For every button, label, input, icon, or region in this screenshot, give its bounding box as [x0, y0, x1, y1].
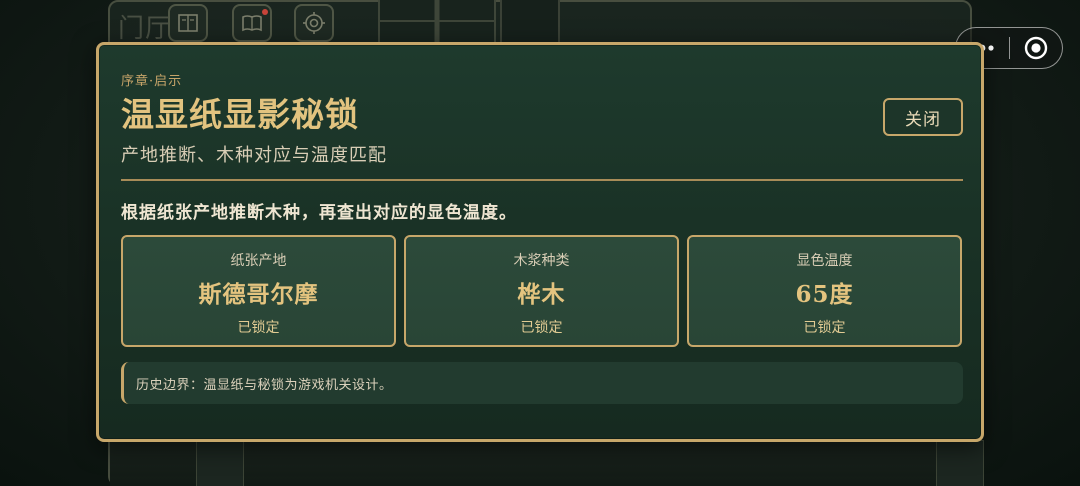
card-label: 纸张产地	[230, 253, 287, 269]
book-button[interactable]	[168, 4, 208, 42]
close-button[interactable]: 关闭	[883, 98, 963, 136]
card-status: 已锁定	[237, 320, 280, 336]
dialog-title: 温显纸显影秘锁	[121, 95, 359, 134]
settings-icon	[303, 12, 325, 34]
pulp-type-card[interactable]: 木浆种类 桦木 已锁定	[404, 235, 679, 347]
record-circle-icon	[1024, 36, 1047, 60]
card-value: 65度	[795, 281, 854, 308]
card-label: 显色温度	[796, 253, 853, 269]
paper-origin-card[interactable]: 纸张产地 斯德哥尔摩 已锁定	[121, 235, 396, 347]
card-label: 木浆种类	[513, 253, 570, 269]
background-stand-right	[936, 440, 984, 486]
background-window	[378, 0, 496, 44]
puzzle-dialog: 序章·启示 温显纸显影秘锁 产地推断、木种对应与温度匹配 关闭 根据纸张产地推断…	[96, 42, 984, 442]
card-value: 桦木	[517, 281, 566, 308]
divider	[121, 179, 963, 181]
book-icon	[178, 14, 198, 32]
game-scene: 门厅 序章·启示 温显纸显影秘锁 产地推断、木种对应与温度匹配 关闭 根据纸张产…	[0, 0, 1080, 486]
card-status: 已锁定	[520, 320, 563, 336]
instruction-text: 根据纸张产地推断木种，再查出对应的显色温度。	[121, 203, 517, 223]
notification-dot	[262, 9, 268, 15]
exit-button[interactable]	[1009, 28, 1062, 68]
hall-title: 门厅	[118, 14, 173, 44]
color-temperature-card[interactable]: 显色温度 65度 已锁定	[687, 235, 962, 347]
chapter-label: 序章·启示	[121, 74, 183, 89]
card-value: 斯德哥尔摩	[198, 281, 319, 308]
journal-button[interactable]	[232, 4, 272, 42]
history-note: 历史边界：温显纸与秘锁为游戏机关设计。	[121, 362, 963, 404]
journal-icon	[242, 15, 262, 32]
settings-button[interactable]	[294, 4, 334, 42]
background-door	[500, 0, 560, 44]
dialog-subtitle: 产地推断、木种对应与温度匹配	[121, 145, 387, 166]
background-stand-left	[196, 440, 244, 486]
card-status: 已锁定	[803, 320, 846, 336]
